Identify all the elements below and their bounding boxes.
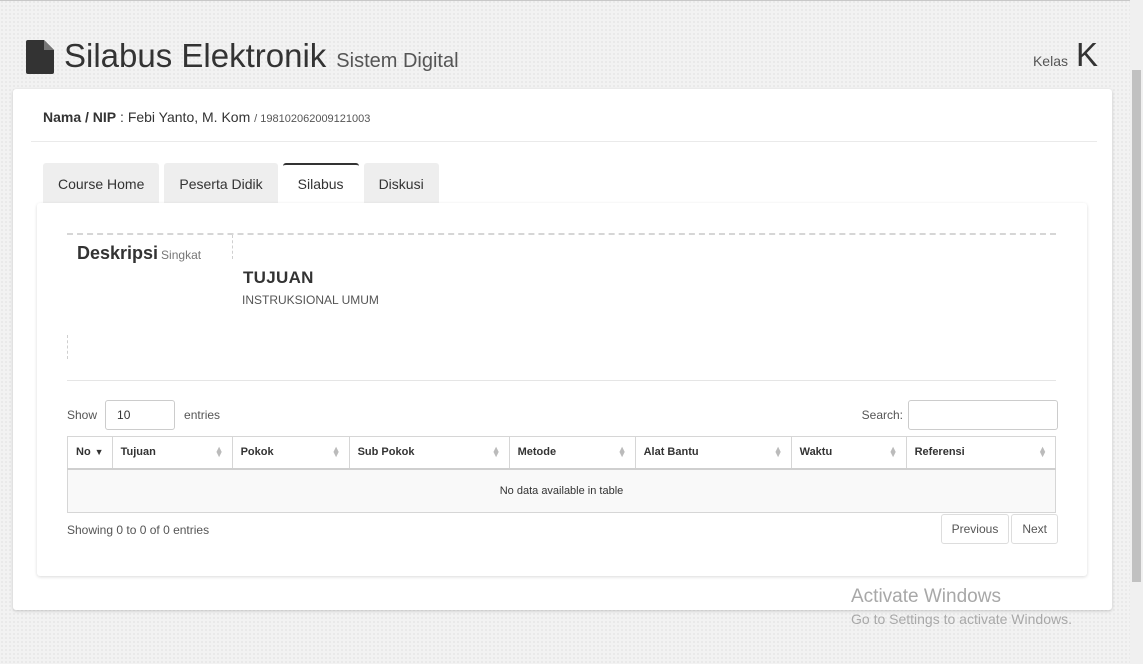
pagination: Previous Next [940,514,1058,544]
column-header-metode[interactable]: Metode ▲ ▼ [508,436,636,470]
deskripsi-subheading: Singkat [161,248,202,262]
tab-diskusi[interactable]: Diskusi [363,163,439,203]
kelas-indicator: Kelas K [1033,38,1098,72]
table-row: No data available in table [67,468,1056,513]
previous-button[interactable]: Previous [940,514,1010,544]
sort-icon: ▲ ▼ [773,444,783,459]
search-control: Search: [862,400,1058,430]
show-label: Show [67,408,98,422]
search-input[interactable] [908,400,1058,430]
teacher-info: Nama / NIP : Febi Yanto, M. Kom / 198102… [43,109,371,125]
tujuan-subheading: INSTRUKSIONAL UMUM [242,293,379,307]
deskripsi-section: Deskripsi Singkat [67,235,233,360]
deskripsi-heading: Deskripsi Singkat [77,243,202,263]
dashed-vertical-divider [67,335,68,359]
next-button[interactable]: Next [1011,514,1058,544]
teacher-name: Febi Yanto, M. Kom [127,109,251,125]
scrollbar-thumb[interactable] [1132,70,1141,582]
tab-peserta-didik[interactable]: Peserta Didik [164,163,278,203]
column-header-alat-bantu[interactable]: Alat Bantu ▲ ▼ [634,436,792,470]
teacher-label: Nama / NIP [43,109,117,125]
page-title: Silabus Elektronik [64,37,327,74]
silabus-table: No ▼ Tujuan ▲ ▼ Pokok ▲ ▼ Sub Pokok ▲ ▼ Metode ▲… [67,436,1057,513]
kelas-label: Kelas [1032,53,1068,69]
page-header: Silabus Elektronik Sistem Digital [26,34,459,74]
sort-icon: ▲ ▼ [617,444,627,459]
main-panel: Nama / NIP : Febi Yanto, M. Kom / 198102… [13,89,1112,610]
entries-length-select[interactable]: 10 [105,400,176,430]
section-divider [67,380,1056,381]
vertical-scrollbar[interactable] [1130,0,1143,664]
column-header-sub-pokok[interactable]: Sub Pokok ▲ ▼ [348,436,510,470]
column-header-no[interactable]: No ▼ [67,436,113,470]
page-subtitle: Sistem Digital [336,50,459,72]
document-icon [26,40,54,74]
divider [31,141,1097,142]
browser-top-edge [0,0,1143,12]
length-control: Show 10 entries [67,400,220,430]
sort-icon: ▲ ▼ [888,444,898,459]
watermark-subtitle: Go to Settings to activate Windows. [851,611,1072,627]
sort-icon: ▲ ▼ [1038,444,1047,459]
empty-table-message: No data available in table [67,468,1056,513]
column-header-referensi[interactable]: Referensi ▲ ▼ [905,436,1057,470]
sort-icon: ▲ ▼ [331,444,341,459]
tab-course-home[interactable]: Course Home [43,163,160,203]
sort-icon: ▲ ▼ [214,444,224,459]
kelas-value: K [1075,36,1098,73]
silabus-card: Deskripsi Singkat TUJUAN INSTRUKSIONAL UM… [37,203,1087,576]
teacher-nip: 198102062009121003 [260,113,371,125]
windows-activation-watermark: Activate Windows Go to Settings to activ… [851,586,1072,630]
table-header-row: No ▼ Tujuan ▲ ▼ Pokok ▲ ▼ Sub Pokok ▲ ▼ Metode ▲… [67,436,1057,470]
column-header-waktu[interactable]: Waktu ▲ ▼ [790,436,907,470]
column-header-tujuan[interactable]: Tujuan ▲ ▼ [111,436,233,470]
sort-icon: ▲ ▼ [491,444,501,459]
tab-bar: Course Home Peserta Didik Silabus Diskus… [43,163,439,203]
table-info: Showing 0 to 0 of 0 entries [67,523,210,537]
watermark-title: Activate Windows [851,586,1001,607]
column-header-pokok[interactable]: Pokok ▲ ▼ [231,436,350,470]
tab-silabus[interactable]: Silabus [282,163,359,203]
tujuan-heading: TUJUAN [243,268,314,287]
entries-label: entries [184,408,221,422]
sort-desc-icon: ▼ [94,447,104,458]
search-label: Search: [861,408,903,422]
